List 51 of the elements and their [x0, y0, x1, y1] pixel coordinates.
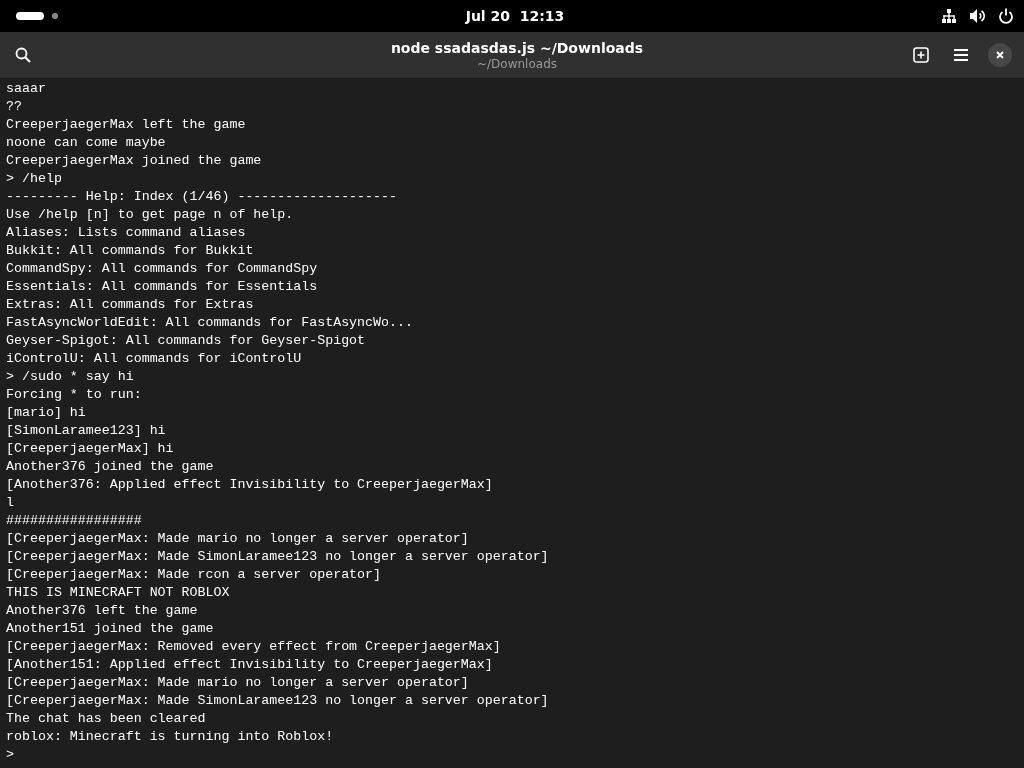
terminal-line: noone can come maybe [6, 135, 166, 150]
terminal-line: Another376 left the game [6, 603, 198, 618]
plus-square-icon [913, 47, 929, 63]
terminal-line: Aliases: Lists command aliases [6, 225, 246, 240]
terminal-line: > [6, 747, 14, 762]
terminal-line: iControlU: All commands for iControlU [6, 351, 302, 366]
terminal-line: Another151 joined the game [6, 621, 214, 636]
close-button[interactable] [988, 43, 1012, 67]
terminal-line: Bukkit: All commands for Bukkit [6, 243, 254, 258]
terminal-line: [CreeperjaegerMax: Made mario no longer a server operator] [6, 675, 469, 690]
terminal-line: CreeperjaegerMax joined the game [6, 153, 262, 168]
terminal-line: roblox: Minecraft is turning into Roblox! [6, 729, 334, 744]
terminal-line: [Another376: Applied effect Invisibility to CreeperjaegerMax] [6, 477, 493, 492]
terminal-line: The chat has been cleared [6, 711, 206, 726]
terminal-line: --------- Help: Index (1/46) -------------------- [6, 189, 397, 204]
terminal-line: l [6, 495, 14, 510]
search-icon [15, 47, 31, 63]
terminal-line: [Another151: Applied effect Invisibility to CreeperjaegerMax] [6, 657, 493, 672]
terminal-line: ################# [6, 513, 142, 528]
volume-icon[interactable] [969, 8, 986, 24]
terminal-line: > /sudo * say hi [6, 369, 134, 384]
network-icon[interactable] [941, 8, 957, 24]
terminal-line: CommandSpy: All commands for CommandSpy [6, 261, 318, 276]
workspace-dot[interactable] [52, 13, 58, 19]
terminal-line: [CreeperjaegerMax: Removed every effect from CreeperjaegerMax] [6, 639, 501, 654]
terminal-line: [SimonLaramee123] hi [6, 423, 166, 438]
terminal-line: Geyser-Spigot: All commands for Geyser-Spigot [6, 333, 366, 348]
terminal-line: ?? [6, 99, 22, 114]
terminal-line: saaar [6, 81, 46, 96]
terminal-line: [CreeperjaegerMax] hi [6, 441, 174, 456]
terminal-line: Extras: All commands for Extras [6, 297, 254, 312]
terminal-line: [mario] hi [6, 405, 86, 420]
clock[interactable]: Jul 20 12:13 [465, 8, 565, 24]
terminal-line: CreeperjaegerMax left the game [6, 117, 246, 132]
terminal-line: Forcing * to run: [6, 387, 142, 402]
terminal-line: FastAsyncWorldEdit: All commands for FastAsyncWo... [6, 315, 413, 330]
terminal-line: [CreeperjaegerMax: Made rcon a server operator] [6, 567, 382, 582]
terminal-line: > /help [6, 171, 62, 186]
terminal-line: Use /help [n] to get page n of help. [6, 207, 294, 222]
terminal-line: [CreeperjaegerMax: Made SimonLaramee123 no longer a server operator] [6, 549, 549, 564]
terminal-line: [CreeperjaegerMax: Made SimonLaramee123 no longer a server operator] [6, 693, 549, 708]
window-title: node ssadasdas.js ~/Downloads [389, 39, 645, 56]
menu-icon [953, 48, 969, 62]
activities-indicator[interactable] [16, 12, 44, 20]
terminal-line: [CreeperjaegerMax: Made mario no longer a server operator] [6, 531, 469, 546]
terminal-line: Essentials: All commands for Essentials [6, 279, 318, 294]
close-icon [995, 50, 1005, 60]
window-subtitle: ~/Downloads [476, 56, 558, 71]
terminal-line: THIS IS MINECRAFT NOT ROBLOX [6, 585, 230, 600]
terminal-line: Another376 joined the game [6, 459, 214, 474]
power-icon[interactable] [998, 8, 1014, 24]
